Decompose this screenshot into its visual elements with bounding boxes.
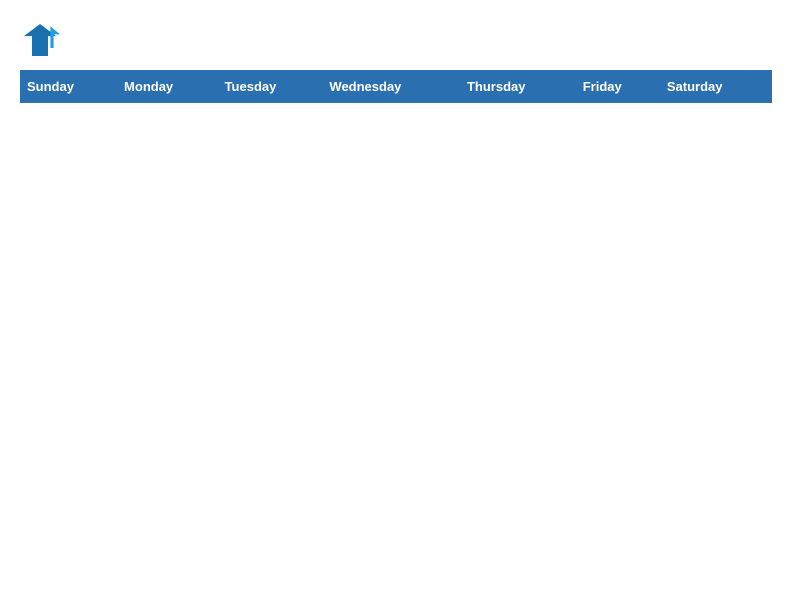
logo-icon (20, 20, 60, 60)
column-header-friday: Friday (576, 71, 660, 103)
calendar-header-row: SundayMondayTuesdayWednesdayThursdayFrid… (21, 71, 772, 103)
calendar-table: SundayMondayTuesdayWednesdayThursdayFrid… (20, 70, 772, 103)
column-header-sunday: Sunday (21, 71, 118, 103)
page-header (20, 20, 772, 60)
column-header-monday: Monday (118, 71, 219, 103)
column-header-wednesday: Wednesday (323, 71, 461, 103)
column-header-tuesday: Tuesday (218, 71, 323, 103)
column-header-thursday: Thursday (460, 71, 576, 103)
column-header-saturday: Saturday (660, 71, 771, 103)
logo (20, 20, 66, 60)
